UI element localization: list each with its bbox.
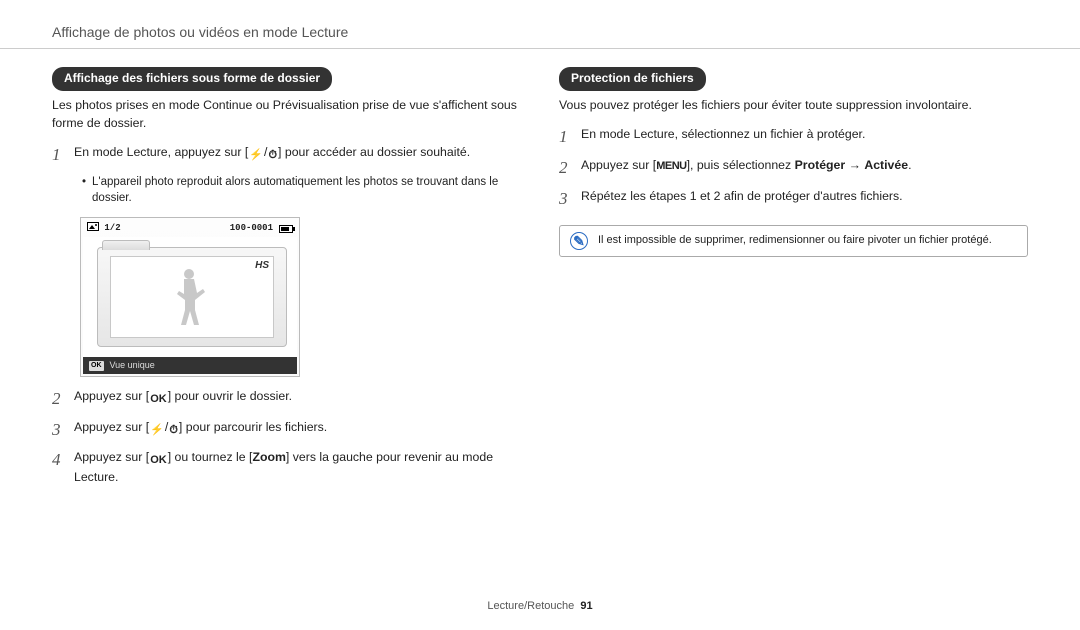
folder-area: HS	[83, 237, 297, 357]
text-fragment: Appuyez sur [	[74, 420, 149, 434]
bold-term: Activée	[864, 158, 908, 172]
timer-icon: ⏱	[168, 423, 179, 439]
person-silhouette-icon	[172, 267, 206, 327]
lcd-bottom-bar: OK Vue unique	[83, 357, 297, 374]
step-text: Appuyez sur [OK] pour ouvrir le dossier.	[74, 387, 292, 408]
text-fragment: ] ou tournez le [	[168, 450, 253, 464]
step-1: 1 En mode Lecture, sélectionnez un fichi…	[559, 125, 1028, 150]
timer-icon: ⏱	[267, 148, 278, 164]
step-3: 3 Répétez les étapes 1 et 2 afin de prot…	[559, 187, 1028, 212]
text-fragment: .	[908, 158, 911, 172]
step-number: 1	[52, 143, 66, 168]
step-number: 3	[559, 187, 573, 212]
folder-icon: HS	[97, 247, 287, 347]
left-column: Affichage des fichiers sous forme de dos…	[52, 67, 521, 493]
step-text: En mode Lecture, appuyez sur [⚡/⏱] pour …	[74, 143, 470, 164]
content-columns: Affichage des fichiers sous forme de dos…	[0, 49, 1080, 493]
step-text: Appuyez sur [MENU], puis sélectionnez Pr…	[581, 156, 911, 175]
steps-left-cont: 2 Appuyez sur [OK] pour ouvrir le dossie…	[52, 387, 521, 487]
sub-bullet: L'appareil photo reproduit alors automat…	[82, 174, 521, 207]
step-number: 2	[559, 156, 573, 181]
lcd-top-bar: 1/2 100-0001	[83, 220, 297, 237]
zoom-label: Zoom	[252, 450, 285, 464]
menu-icon: MENU	[656, 160, 686, 172]
step-number: 2	[52, 387, 66, 412]
step-2: 2 Appuyez sur [MENU], puis sélectionnez …	[559, 156, 1028, 181]
step-number: 3	[52, 418, 66, 443]
step-4: 4 Appuyez sur [OK] ou tournez le [Zoom] …	[52, 448, 521, 487]
ok-icon: OK	[149, 392, 168, 408]
lcd-file-number: 100-0001	[230, 222, 273, 235]
step-text: Appuyez sur [⚡/⏱] pour parcourir les fic…	[74, 418, 327, 439]
lcd-counter: 1/2	[87, 222, 121, 235]
text-fragment: En mode Lecture, appuyez sur [	[74, 145, 248, 159]
steps-left: 1 En mode Lecture, appuyez sur [⚡/⏱] pou…	[52, 143, 521, 168]
bold-term: Protéger	[795, 158, 846, 172]
step-2: 2 Appuyez sur [OK] pour ouvrir le dossie…	[52, 387, 521, 412]
note-box: ✎ Il est impossible de supprimer, redime…	[559, 225, 1028, 257]
arrow: →	[845, 158, 864, 172]
lcd-bottom-label: Vue unique	[110, 359, 155, 372]
lcd-preview: 1/2 100-0001 HS	[80, 217, 300, 377]
step-text: En mode Lecture, sélectionnez un fichier…	[581, 125, 865, 144]
flash-icon: ⚡	[149, 423, 165, 439]
step-3: 3 Appuyez sur [⚡/⏱] pour parcourir les f…	[52, 418, 521, 443]
page-footer: Lecture/Retouche 91	[0, 600, 1080, 612]
footer-section: Lecture/Retouche	[487, 600, 574, 612]
note-text: Il est impossible de supprimer, redimens…	[598, 233, 992, 249]
hs-badge: HS	[255, 259, 269, 274]
section-pill-protection: Protection de fichiers	[559, 67, 706, 91]
folder-tab	[102, 240, 150, 250]
right-column: Protection de fichiers Vous pouvez proté…	[559, 67, 1028, 493]
picture-icon	[87, 222, 99, 231]
step-number: 4	[52, 448, 66, 473]
text-fragment: ] pour ouvrir le dossier.	[168, 389, 292, 403]
battery-icon	[279, 225, 293, 233]
ok-icon: OK	[149, 453, 168, 469]
text-fragment: Appuyez sur [	[74, 450, 149, 464]
page-header: Affichage de photos ou vidéos en mode Le…	[0, 0, 1080, 49]
page-number: 91	[580, 600, 592, 612]
section-pill-folder-view: Affichage des fichiers sous forme de dos…	[52, 67, 332, 91]
text-fragment: ], puis sélectionnez	[687, 158, 795, 172]
text-fragment: Appuyez sur [	[74, 389, 149, 403]
bullet-text: L'appareil photo reproduit alors automat…	[92, 174, 521, 207]
text-fragment: Appuyez sur [	[581, 158, 656, 172]
step-text: Répétez les étapes 1 et 2 afin de protég…	[581, 187, 903, 206]
note-icon: ✎	[570, 232, 588, 250]
text-fragment: ] pour parcourir les fichiers.	[179, 420, 327, 434]
photo-thumbnail: HS	[110, 256, 274, 338]
step-number: 1	[559, 125, 573, 150]
intro-text: Vous pouvez protéger les fichiers pour é…	[559, 97, 1028, 115]
intro-text: Les photos prises en mode Continue ou Pr…	[52, 97, 521, 133]
step-1: 1 En mode Lecture, appuyez sur [⚡/⏱] pou…	[52, 143, 521, 168]
text-fragment: ] pour accéder au dossier souhaité.	[278, 145, 470, 159]
flash-icon: ⚡	[248, 148, 264, 164]
step-text: Appuyez sur [OK] ou tournez le [Zoom] ve…	[74, 448, 521, 487]
steps-right: 1 En mode Lecture, sélectionnez un fichi…	[559, 125, 1028, 211]
ok-icon: OK	[89, 361, 104, 371]
